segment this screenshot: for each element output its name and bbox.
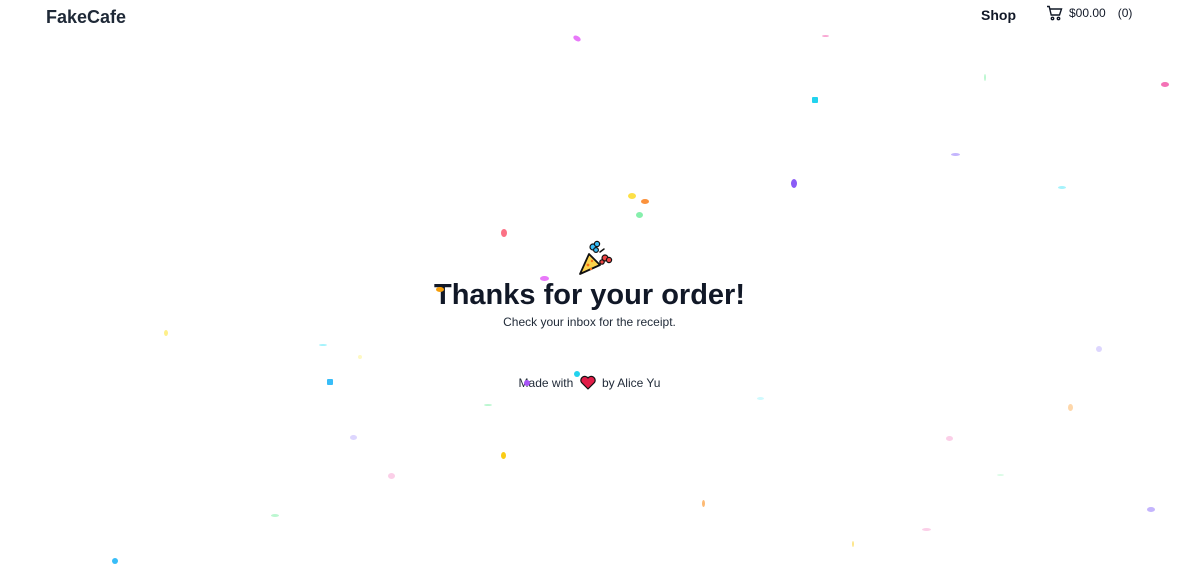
- confetti-piece: [702, 500, 705, 507]
- nav-shop-link[interactable]: Shop: [981, 7, 1016, 23]
- page-title: Thanks for your order!: [434, 279, 745, 311]
- confetti-piece: [358, 355, 362, 359]
- confetti-piece: [922, 528, 931, 531]
- order-confirmation: Thanks for your order! Check your inbox …: [0, 238, 1179, 329]
- confetti-piece: [757, 397, 764, 400]
- confetti-piece: [1161, 82, 1169, 87]
- page-subtitle: Check your inbox for the receipt.: [503, 315, 676, 329]
- confetti-piece: [791, 179, 797, 188]
- confetti-piece: [852, 541, 854, 547]
- confetti-piece: [1096, 346, 1102, 352]
- author-text: by Alice Yu: [601, 376, 661, 390]
- confetti-piece: [812, 97, 818, 103]
- confetti-piece: [1058, 186, 1066, 189]
- confetti-piece: [1068, 404, 1073, 411]
- confetti-piece: [164, 330, 168, 336]
- confetti-piece: [946, 436, 953, 441]
- confetti-piece: [628, 193, 636, 199]
- confetti-piece: [501, 452, 506, 459]
- confetti-piece: [822, 35, 829, 37]
- confetti-piece: [319, 344, 327, 346]
- confetti-piece: [951, 153, 960, 156]
- confetti-piece: [636, 212, 643, 218]
- cart-count: (0): [1117, 6, 1133, 20]
- confetti-piece: [388, 473, 395, 479]
- heart-icon: [579, 375, 596, 393]
- brand-logo[interactable]: FakeCafe: [46, 7, 126, 28]
- confetti-piece: [501, 229, 507, 237]
- confetti-piece: [350, 435, 357, 440]
- party-popper-icon: [576, 238, 616, 278]
- confetti-piece: [271, 514, 279, 517]
- confetti-piece: [984, 74, 986, 81]
- confetti-piece: [997, 474, 1004, 476]
- footer-credit: Made with by Alice Yu: [0, 375, 1179, 393]
- confetti-piece: [112, 558, 118, 564]
- confetti-piece: [1147, 507, 1155, 512]
- confetti-piece: [641, 199, 649, 204]
- cart-total: $00.00: [1069, 6, 1106, 20]
- shopping-cart-icon: [1046, 5, 1063, 21]
- made-with-text: Made with: [518, 376, 574, 390]
- confetti-piece: [484, 404, 492, 406]
- confetti-piece: [572, 34, 582, 43]
- cart-button[interactable]: $00.00 (0): [1046, 5, 1132, 21]
